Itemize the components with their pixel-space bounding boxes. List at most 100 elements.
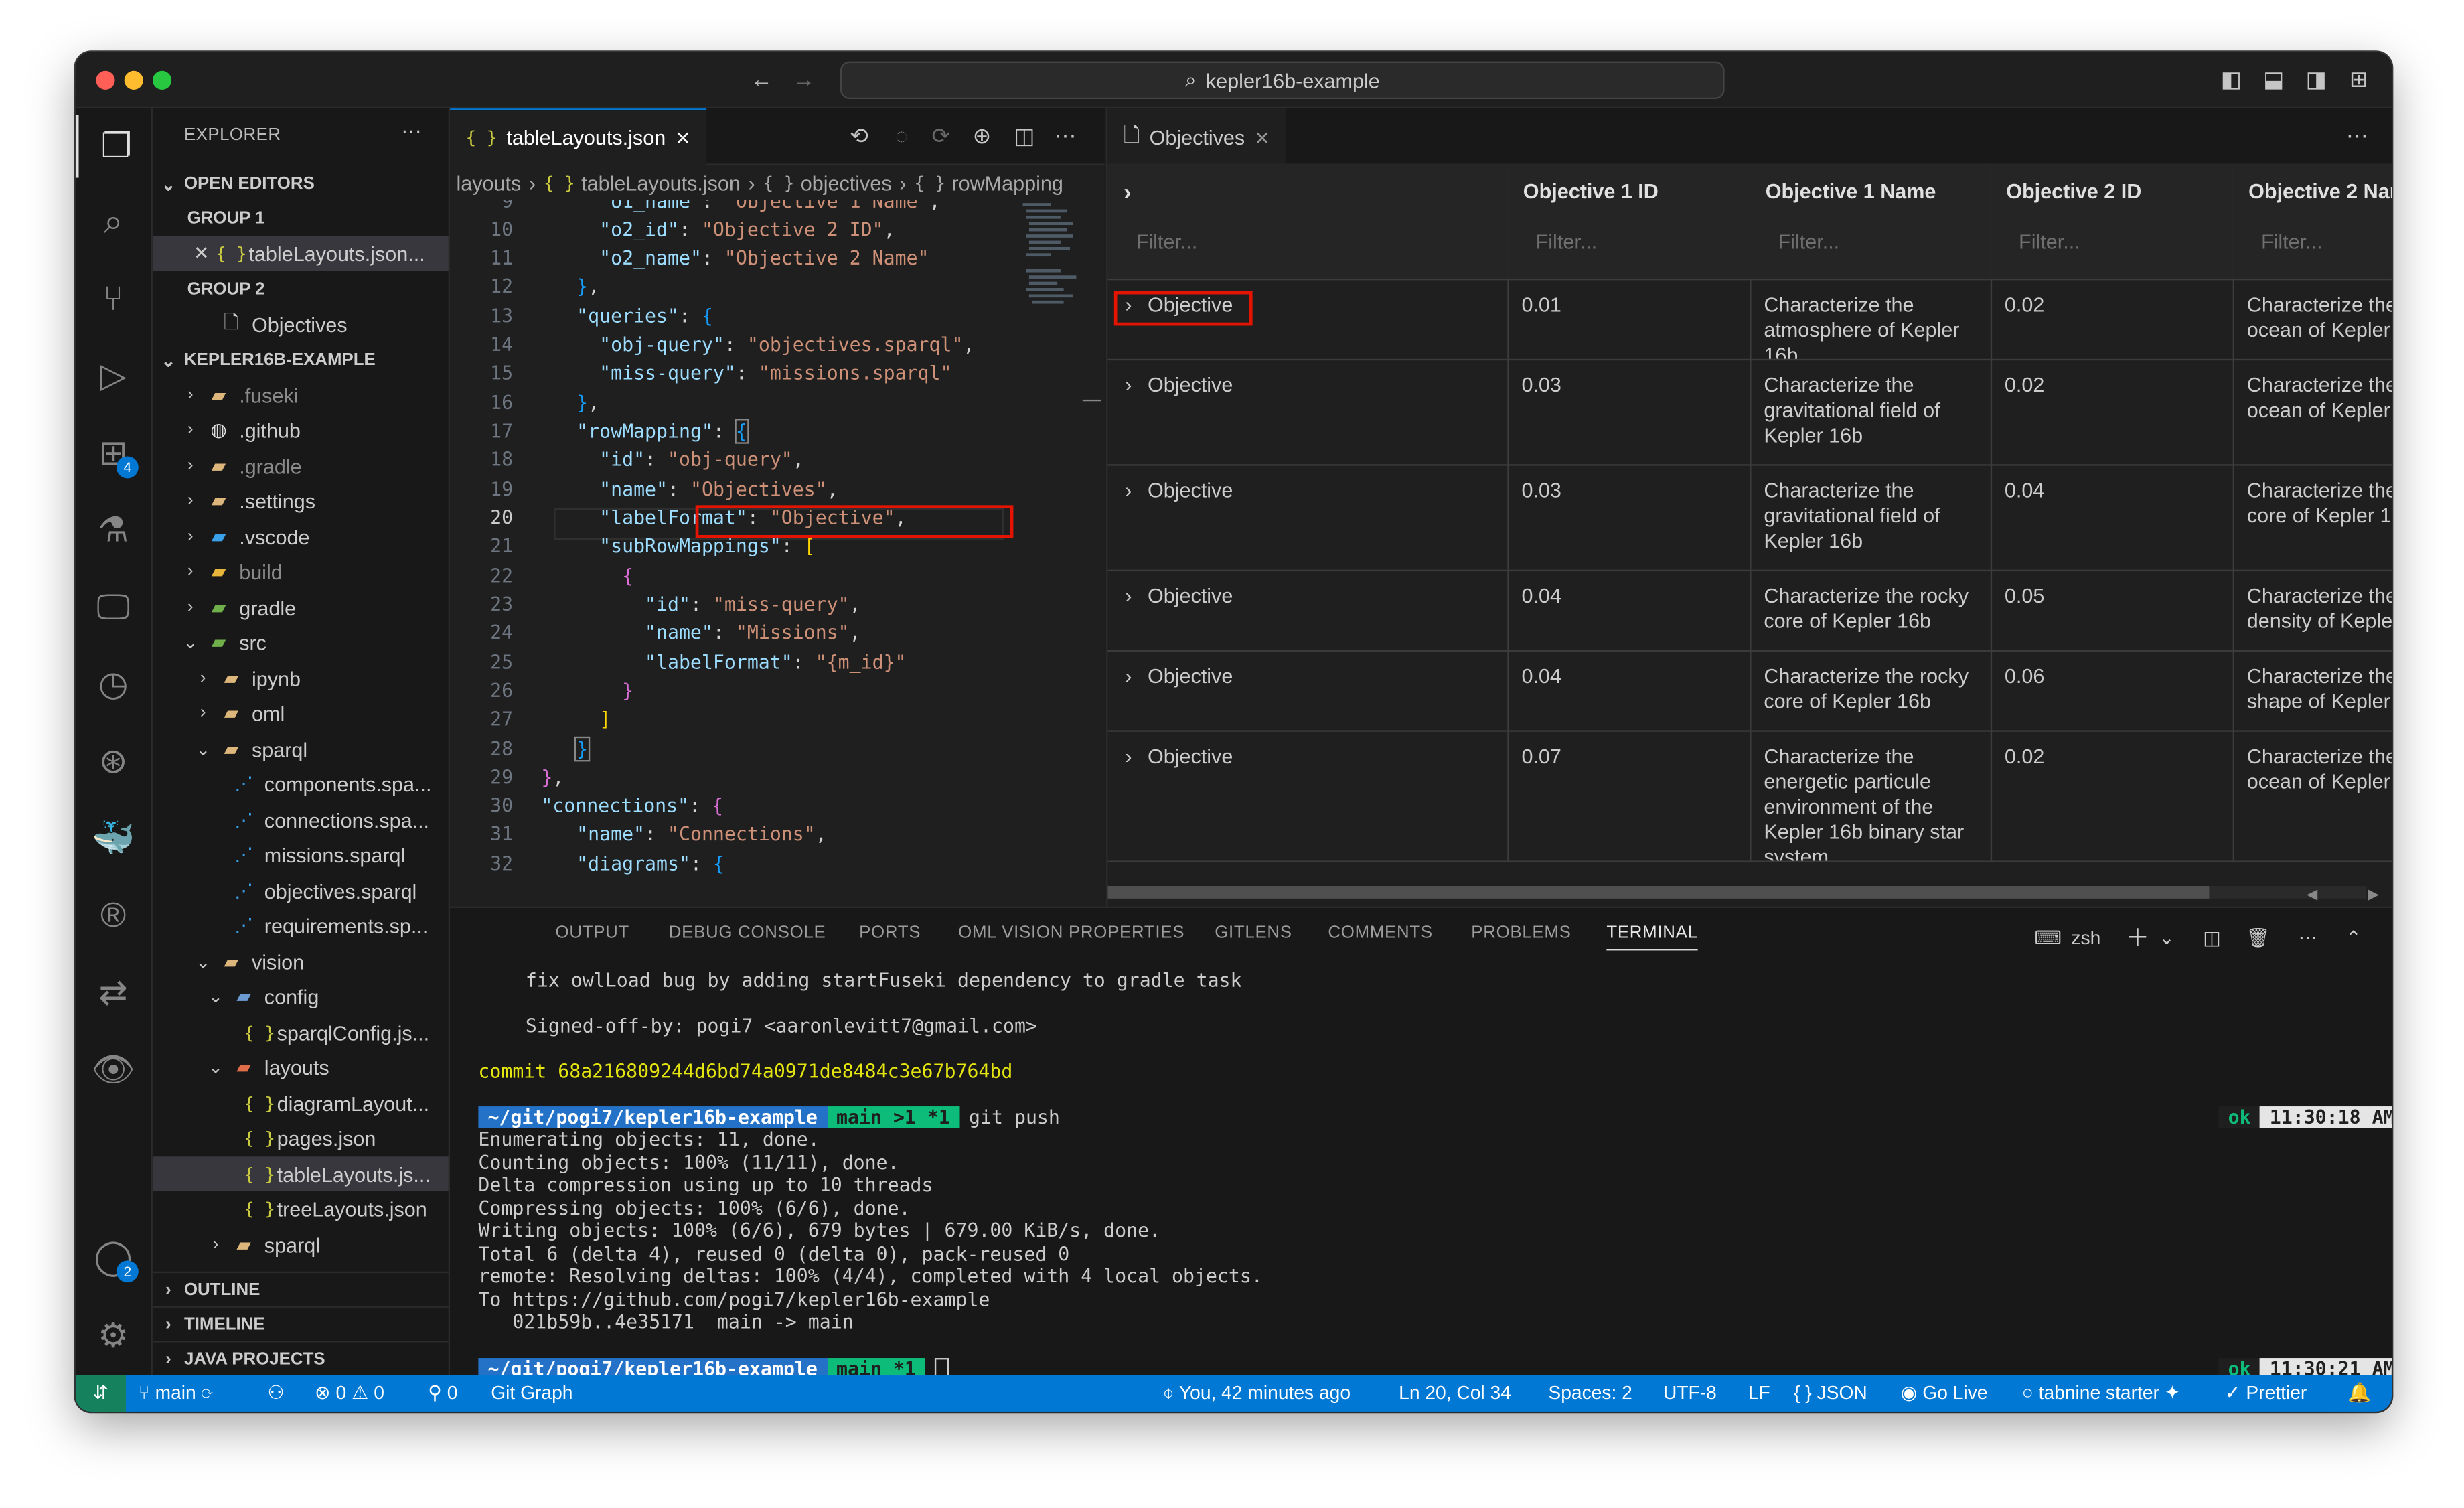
oml-vision-icon[interactable]: 👁 xyxy=(76,1039,151,1102)
tree-item-requirements[interactable]: ⋰ requirements.sp... xyxy=(153,908,449,943)
maximize-window-button[interactable] xyxy=(152,70,172,90)
chevron-right-icon[interactable]: › xyxy=(1125,664,1132,688)
close-window-button[interactable] xyxy=(96,70,115,90)
split-editor-icon[interactable]: ◫ xyxy=(1012,123,1037,148)
code-area[interactable]: 9 10 11 12 13 14 15 16 17 18 19 20 21 22 23 24 25 26 27 28 2… xyxy=(450,200,1105,906)
extensions-icon[interactable]: ⊞ 4 xyxy=(76,422,151,485)
next-change-icon[interactable]: ⟳ xyxy=(929,123,954,148)
panel-tab-problems[interactable]: PROBLEMS xyxy=(1471,923,1571,942)
column-header[interactable]: Objective 1 ID Filter... xyxy=(1507,163,1752,281)
breadcrumb-layouts[interactable]: layouts xyxy=(457,171,522,194)
tree-item-github[interactable]: › ◍ .github xyxy=(153,412,449,447)
table-row-label[interactable]: › Objective xyxy=(1107,569,1509,652)
tree-item-missions[interactable]: ⋰ missions.sparql xyxy=(153,837,449,872)
chevron-right-icon[interactable]: › xyxy=(1125,584,1132,607)
tree-item-connections[interactable]: ⋰ connections.spa... xyxy=(153,803,449,838)
java-projects-section[interactable]: › JAVA PROJECTS xyxy=(152,1341,449,1377)
open-changes-icon[interactable]: ⟲ xyxy=(846,123,872,148)
column-filter-input[interactable]: Filter... xyxy=(2261,230,2323,253)
tree-item-sparql[interactable]: ⌄ ▰ sparql xyxy=(153,732,449,767)
split-terminal-icon[interactable]: ◫ xyxy=(2203,926,2221,948)
table-row-label[interactable]: › Objective xyxy=(1107,464,1509,572)
open-editor-tablelayouts[interactable]: ✕ { } tableLayouts.json... xyxy=(152,236,449,271)
problems-indicator[interactable]: ⊗ 0 ⚠ 0 xyxy=(315,1381,384,1404)
panel-tab-output[interactable]: OUTPUT xyxy=(556,923,630,942)
toggle-panel-icon[interactable]: ⬓ xyxy=(2261,66,2287,92)
panel-tab-oml-vision-properties[interactable]: OML VISION PROPERTIES xyxy=(958,923,1184,942)
notifications-bell-icon[interactable]: 🔔 xyxy=(2347,1381,2371,1404)
tree-item-oml[interactable]: › ▰ oml xyxy=(153,696,449,731)
live-share-status-icon[interactable]: ⚇ xyxy=(267,1381,284,1404)
panel-tab-terminal[interactable]: TERMINAL xyxy=(1606,923,1698,951)
git-graph-button[interactable]: Git Graph xyxy=(491,1381,572,1404)
column-filter-input[interactable]: Filter... xyxy=(2019,230,2080,253)
breadcrumb-file[interactable]: tableLayouts.json xyxy=(581,171,741,194)
chevron-right-icon[interactable]: › xyxy=(1125,373,1132,396)
chevron-right-icon[interactable]: › xyxy=(1125,293,1132,316)
back-arrow-icon[interactable]: ← xyxy=(749,66,775,92)
explorer-more-icon[interactable]: ··· xyxy=(401,118,422,141)
toggle-primary-sidebar-icon[interactable]: ◧ xyxy=(2218,66,2244,92)
customize-layout-icon[interactable]: ⊞ xyxy=(2346,66,2372,92)
table-row-label[interactable]: › Objective xyxy=(1107,650,1509,732)
tree-item-sparqlconfig[interactable]: { } sparqlConfig.js... xyxy=(153,1015,449,1050)
end-of-line[interactable]: LF xyxy=(1748,1381,1770,1404)
encoding[interactable]: UTF-8 xyxy=(1663,1381,1717,1404)
column-header[interactable]: Objective 1 Name Filter... xyxy=(1750,163,1993,281)
remote-indicator-icon[interactable]: ⇵ xyxy=(75,1375,126,1412)
panel-more-icon[interactable]: ⋯ xyxy=(2299,926,2317,948)
indentation[interactable]: Spaces: 2 xyxy=(1548,1381,1632,1404)
chevron-right-icon[interactable]: › xyxy=(1125,478,1132,502)
tree-item-tablelayouts[interactable]: { } tableLayouts.js... xyxy=(152,1156,449,1191)
previous-change-icon[interactable]: ◌ xyxy=(889,123,915,148)
close-icon[interactable]: ✕ xyxy=(194,242,210,265)
branch-indicator[interactable]: ⑂ main ⟳ xyxy=(139,1381,213,1404)
panel-tab-debug-console[interactable]: DEBUG CONSOLE xyxy=(669,923,826,942)
breadcrumb-objectives[interactable]: objectives xyxy=(801,171,892,194)
terminal-shell-label[interactable]: zsh xyxy=(2071,926,2100,948)
table-row-label[interactable]: › Objective xyxy=(1107,358,1509,466)
chevron-right-icon[interactable]: › xyxy=(1125,745,1132,768)
tree-item-treelayouts[interactable]: { } treeLayouts.json xyxy=(153,1191,449,1226)
chevron-down-icon[interactable]: ⌄ xyxy=(2159,926,2175,948)
minimap[interactable] xyxy=(1020,200,1083,388)
editor-more-icon[interactable]: ⋯ xyxy=(2344,123,2370,148)
tree-item-settings[interactable]: › ▰ .settings xyxy=(153,483,449,518)
scroll-right-icon[interactable]: ▶ xyxy=(2368,886,2379,903)
go-live-button[interactable]: ◉ Go Live xyxy=(1901,1381,1988,1404)
new-terminal-icon[interactable]: ＋ xyxy=(2126,921,2149,954)
open-editors-section[interactable]: ⌄ OPEN EDITORS xyxy=(153,167,449,202)
column-filter-input[interactable]: Filter... xyxy=(1778,230,1840,253)
gitlens-icon[interactable]: ® xyxy=(76,885,151,948)
column-header[interactable]: Objective 2 Name Filter... xyxy=(2232,163,2392,281)
tree-item-gradle[interactable]: › ▰ .gradle xyxy=(153,449,449,483)
close-panel-icon[interactable]: ✕ xyxy=(2390,926,2392,948)
column-header[interactable]: Objective 2 ID Filter... xyxy=(1990,163,2234,281)
open-editor-objectives[interactable]: 🗋 Objectives xyxy=(153,307,449,342)
settings-gear-icon[interactable]: ⚙ xyxy=(76,1304,151,1367)
panel-tab-ports[interactable]: PORTS xyxy=(859,923,921,942)
project-section[interactable]: ⌄ KEPLER16B-EXAMPLE xyxy=(153,343,449,378)
breadcrumb-rowmapping[interactable]: rowMapping xyxy=(951,171,1063,194)
tree-item-components[interactable]: ⋰ components.spa... xyxy=(153,766,449,801)
source-control-icon[interactable]: ⑂ xyxy=(76,267,151,330)
tab-objectives[interactable]: 🗋 Objectives ✕ xyxy=(1107,108,1286,165)
panel-tab-gitlens[interactable]: GITLENS xyxy=(1215,923,1292,942)
tree-item-objectives[interactable]: ⋰ objectives.sparql xyxy=(153,873,449,908)
scrollbar-thumb[interactable] xyxy=(1107,886,2210,899)
prettier-status[interactable]: ✓ Prettier xyxy=(2225,1381,2307,1404)
accounts-icon[interactable]: ◯ 2 xyxy=(76,1226,151,1289)
scroll-left-icon[interactable]: ◀ xyxy=(2307,886,2317,903)
trash-icon[interactable]: 🗑 xyxy=(2246,926,2270,948)
close-icon[interactable]: ✕ xyxy=(1254,127,1270,149)
tree-item-vision[interactable]: ⌄ ▰ vision xyxy=(153,944,449,979)
command-center-search[interactable]: ⌕ kepler16b-example xyxy=(840,61,1725,100)
language-mode[interactable]: { } JSON xyxy=(1794,1381,1867,1404)
editor-more-icon[interactable]: ⋯ xyxy=(1053,123,1078,148)
live-share-icon[interactable]: ⇄ xyxy=(76,962,151,1025)
table-row-label[interactable]: › Objective xyxy=(1107,730,1509,862)
panel-tab-comments[interactable]: COMMENTS xyxy=(1328,923,1432,942)
testing-icon[interactable]: ⚗ xyxy=(76,499,151,562)
expand-all-header[interactable]: › Filter... xyxy=(1107,163,1509,281)
tree-item-src[interactable]: ⌄ ▰ src xyxy=(153,625,449,660)
